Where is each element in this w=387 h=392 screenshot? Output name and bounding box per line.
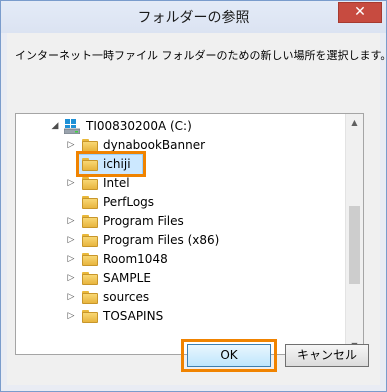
tree-item[interactable]: PerfLogs: [16, 193, 346, 212]
expand-arrow-icon[interactable]: ▷: [66, 269, 76, 287]
drive-label: TI00830200A (C:): [86, 119, 192, 133]
folder-icon: [82, 215, 98, 228]
tree-item-label: dynabookBanner: [103, 138, 206, 152]
folder-icon: [82, 310, 98, 323]
tree-item[interactable]: ▷ Intel: [16, 174, 346, 193]
expand-arrow-icon[interactable]: ▷: [66, 288, 76, 306]
cancel-button[interactable]: キャンセル: [285, 344, 369, 367]
vertical-scrollbar[interactable]: ▲ ▼: [345, 114, 363, 354]
browse-folder-dialog: フォルダーの参照 ✕ インターネット一時ファイル フォルダーのための新しい場所を…: [0, 0, 387, 392]
folder-icon: [82, 253, 98, 266]
expand-arrow-icon[interactable]: ▷: [66, 212, 76, 230]
dialog-title: フォルダーの参照: [137, 10, 250, 26]
tree-item-selected[interactable]: ichiji: [16, 155, 346, 174]
folder-icon: [82, 291, 98, 304]
tree-item[interactable]: ▷ SAMPLE: [16, 269, 346, 288]
scroll-thumb[interactable]: [349, 206, 360, 284]
tree-item-label: Program Files (x86): [103, 233, 220, 247]
expand-arrow-icon[interactable]: ▷: [66, 174, 76, 192]
tree-item[interactable]: ▷ Program Files (x86): [16, 231, 346, 250]
tree-item-label: TOSAPINS: [103, 309, 164, 323]
tree-item-label: SAMPLE: [103, 271, 151, 285]
ok-button[interactable]: OK: [187, 344, 271, 367]
folder-icon: [82, 196, 98, 209]
tree-item-label: Program Files: [103, 214, 184, 228]
folder-icon: [82, 177, 98, 190]
scroll-up-icon[interactable]: ▲: [346, 114, 363, 131]
tree-item[interactable]: ▷ dynabookBanner: [16, 136, 346, 155]
tree-item[interactable]: ▷ Room1048: [16, 250, 346, 269]
folder-icon: [82, 272, 98, 285]
folder-icon: [82, 234, 98, 247]
collapse-arrow-icon[interactable]: ◢: [50, 117, 60, 135]
expand-arrow-icon[interactable]: ▷: [66, 231, 76, 249]
folder-tree[interactable]: ◢ TI00830200A (C:) ▷ dynabookBanner ichi…: [15, 113, 364, 355]
close-button[interactable]: ✕: [338, 2, 382, 23]
tree-item[interactable]: ▷ TOSAPINS: [16, 307, 346, 326]
drive-icon: [63, 119, 81, 135]
tree-item-label: Intel: [103, 176, 130, 190]
dialog-description: インターネット一時ファイル フォルダーのための新しい場所を選択します。: [15, 49, 387, 62]
tree-item-label: PerfLogs: [103, 195, 155, 209]
tree-item-label: sources: [103, 290, 150, 304]
tree-item[interactable]: ▷ Program Files: [16, 212, 346, 231]
tree-item[interactable]: ▷ sources: [16, 288, 346, 307]
expand-arrow-icon[interactable]: ▷: [66, 250, 76, 268]
expand-arrow-icon[interactable]: ▷: [66, 136, 76, 154]
tree-root-drive[interactable]: ◢ TI00830200A (C:): [16, 117, 346, 136]
title-bar[interactable]: フォルダーの参照 ✕: [1, 1, 386, 33]
expand-arrow-icon[interactable]: ▷: [66, 307, 76, 325]
dialog-content: インターネット一時ファイル フォルダーのための新しい場所を選択します。 ◢ TI…: [7, 33, 387, 385]
tree-item-label: Room1048: [103, 252, 168, 266]
